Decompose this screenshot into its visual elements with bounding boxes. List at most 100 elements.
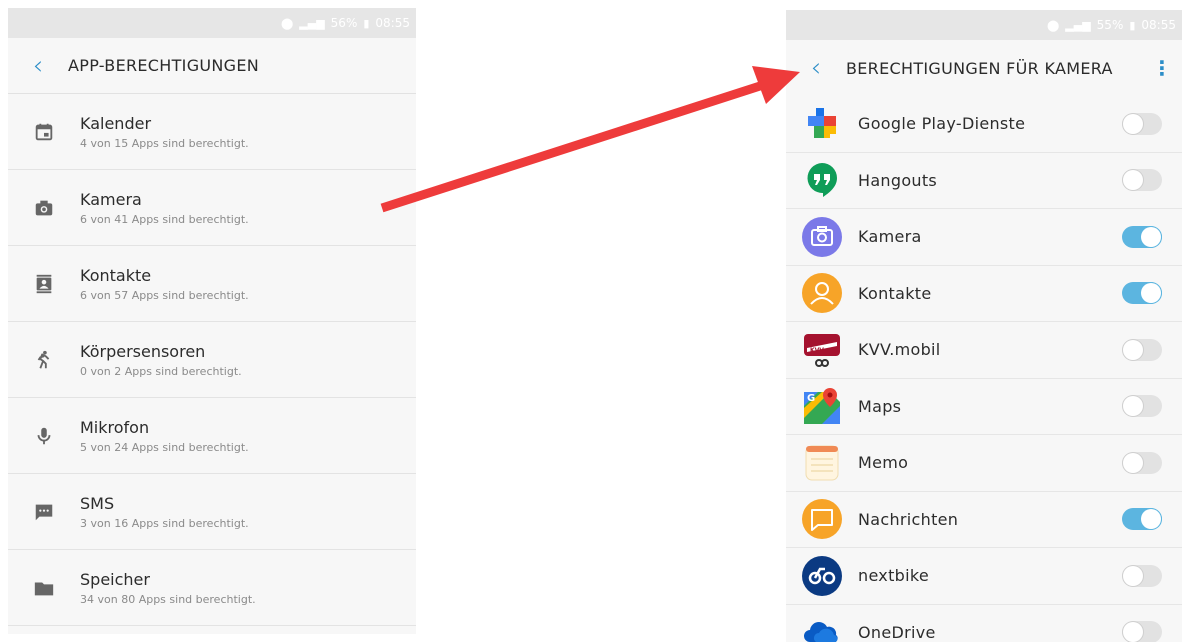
folder-icon [8,577,80,599]
samsung-messages-icon [786,499,858,540]
contacts-icon [8,273,80,295]
more-vert-icon: ⋮ [1152,56,1172,80]
status-time: 08:55 [1141,18,1176,32]
permission-toggle[interactable] [1122,508,1162,531]
permission-list: Kalender 4 von 15 Apps sind berechtigt. Ka… [8,94,416,626]
app-bar: ‹ APP-BERECHTIGUNGEN [8,38,416,94]
chevron-left-icon: ‹ [810,53,822,83]
toggle-knob [1123,396,1143,417]
battery-icon: ▮ [1129,18,1136,32]
app-name: nextbike [858,566,929,586]
signal-icon: ▂▄▆ [299,16,325,30]
permission-item[interactable]: Kamera 6 von 41 Apps sind berechtigt. [8,170,416,246]
battery-percent: 56% [330,16,358,30]
permission-toggle[interactable] [1122,112,1162,135]
permission-toggle[interactable] [1122,564,1162,587]
location-icon: ⬤ [280,16,294,30]
permission-name: Kalender [80,113,152,133]
memo-icon [786,443,858,483]
microphone-icon [8,425,80,447]
nextbike-icon [786,555,858,596]
back-button[interactable]: ‹ [8,38,68,94]
permission-toggle[interactable] [1122,621,1162,642]
app-name: Nachrichten [858,509,959,529]
permission-summary: 6 von 57 Apps sind berechtigt. [80,288,249,302]
permission-summary: 34 von 80 Apps sind berechtigt. [80,592,256,606]
permission-toggle[interactable] [1122,395,1162,418]
app-row: G Maps [786,379,1182,435]
permission-name: Kontakte [80,265,152,285]
app-name: Google Play-Dienste [858,114,1026,134]
permission-summary: 5 von 24 Apps sind berechtigt. [80,440,249,454]
back-button[interactable]: ‹ [786,40,846,96]
permission-toggle[interactable] [1122,169,1162,192]
permission-toggle[interactable] [1122,338,1162,361]
app-name: Hangouts [858,170,938,190]
camera-permissions-screen: ⬤ ▂▄▆ 55% ▮ 08:55 ‹ BERECHTIGUNGEN FÜR K… [786,10,1182,642]
permission-item[interactable]: SMS 3 von 16 Apps sind berechtigt. [8,474,416,550]
app-row: nextbike [786,548,1182,605]
toggle-knob [1123,452,1143,473]
permission-name: Kamera [80,189,142,209]
samsung-contacts-icon [786,273,858,314]
kvv-mobil-icon: KVV [786,330,858,370]
app-name: Kamera [858,227,922,247]
sms-icon [8,501,80,523]
toggle-knob [1123,170,1143,191]
toggle-knob [1123,113,1143,134]
toggle-knob [1141,226,1161,247]
svg-text:G: G [807,393,815,404]
permission-toggle[interactable] [1122,225,1162,248]
more-options-button[interactable]: ⋮ [1142,40,1182,96]
permission-text: Speicher 34 von 80 Apps sind berechtigt. [80,570,256,606]
app-name: OneDrive [858,622,936,642]
app-row: Memo [786,435,1182,492]
app-row: Kontakte [786,266,1182,322]
chevron-left-icon: ‹ [32,50,44,81]
app-permission-list: Google Play-Dienste Hangouts Kamera Kontakt… [786,96,1182,642]
app-name: KVV.mobil [858,340,941,360]
status-bar: ⬤ ▂▄▆ 55% ▮ 08:55 [786,10,1182,40]
permission-text: Körpersensoren 0 von 2 Apps sind berechti… [80,342,242,378]
permission-name: Körpersensoren [80,341,206,361]
permission-item[interactable]: Speicher 34 von 80 Apps sind berechtigt. [8,550,416,626]
permission-item[interactable]: Mikrofon 5 von 24 Apps sind berechtigt. [8,398,416,474]
app-row: KVV KVV.mobil [786,322,1182,379]
camera-icon [8,197,80,219]
page-title: BERECHTIGUNGEN FÜR KAMERA [846,58,1113,78]
location-icon: ⬤ [1046,18,1060,32]
permission-text: SMS 3 von 16 Apps sind berechtigt. [80,494,249,530]
google-maps-icon: G [786,386,858,426]
toggle-knob [1141,283,1161,304]
permission-text: Kamera 6 von 41 Apps sind berechtigt. [80,190,249,226]
app-permissions-screen: ⬤ ▂▄▆ 56% ▮ 08:55 ‹ APP-BERECHTIGUNGEN K… [8,8,416,634]
permission-item[interactable]: Kalender 4 von 15 Apps sind berechtigt. [8,94,416,170]
permission-item[interactable]: Körpersensoren 0 von 2 Apps sind berechti… [8,322,416,398]
hangouts-icon [786,160,858,200]
battery-percent: 55% [1096,18,1124,32]
permission-text: Mikrofon 5 von 24 Apps sind berechtigt. [80,418,249,454]
toggle-knob [1123,339,1143,360]
battery-icon: ▮ [363,16,370,30]
toggle-knob [1123,622,1143,642]
permission-toggle[interactable] [1122,282,1162,305]
permission-text: Kalender 4 von 15 Apps sind berechtigt. [80,114,249,150]
app-name: Memo [858,453,909,473]
svg-text:KVV: KVV [810,347,824,354]
permission-name: Speicher [80,569,150,589]
permission-summary: 4 von 15 Apps sind berechtigt. [80,136,249,150]
permission-name: Mikrofon [80,417,150,437]
body-sensors-icon [8,349,80,371]
signal-icon: ▂▄▆ [1065,18,1091,32]
permission-summary: 3 von 16 Apps sind berechtigt. [80,516,249,530]
app-name: Maps [858,396,902,416]
google-play-services-icon [786,104,858,144]
toggle-knob [1123,565,1143,586]
app-bar: ‹ BERECHTIGUNGEN FÜR KAMERA ⋮ [786,40,1182,96]
app-name: Kontakte [858,283,932,303]
permission-toggle[interactable] [1122,451,1162,474]
permission-item[interactable]: Kontakte 6 von 57 Apps sind berechtigt. [8,246,416,322]
page-title: APP-BERECHTIGUNGEN [68,56,260,75]
app-row: OneDrive [786,605,1182,642]
permission-summary: 6 von 41 Apps sind berechtigt. [80,212,249,226]
